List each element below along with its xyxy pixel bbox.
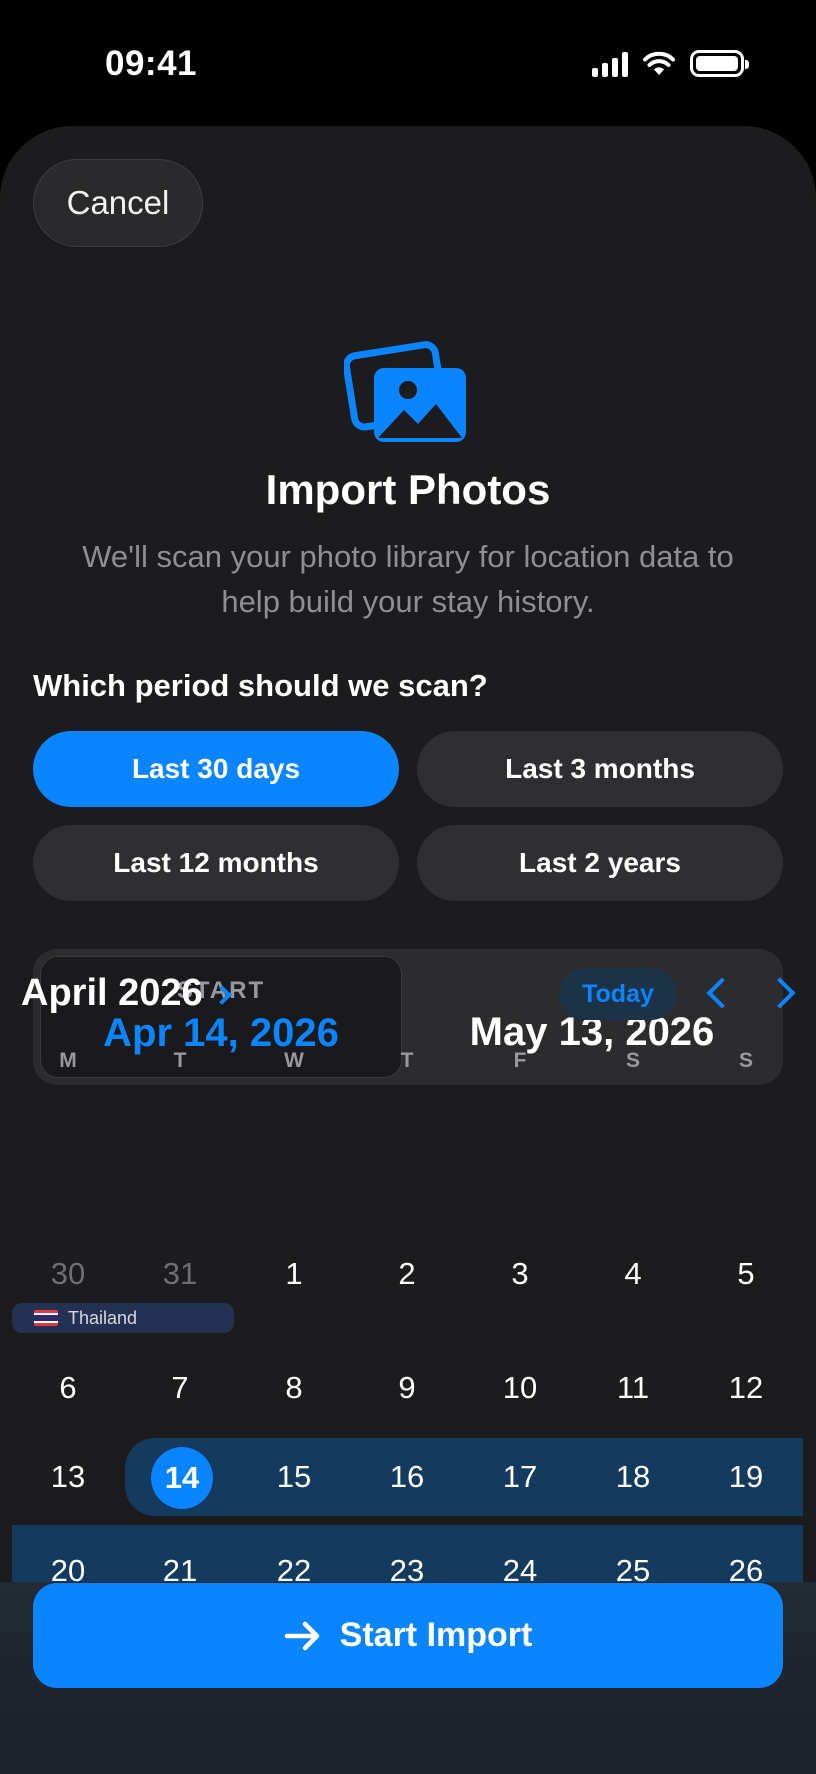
period-options: Last 30 days Last 3 months Last 12 month… [33, 731, 783, 901]
selected-day[interactable]: 14 [151, 1447, 213, 1509]
wifi-icon [643, 51, 675, 75]
calendar-day[interactable]: 5 [706, 1256, 786, 1292]
chevron-right-icon [211, 984, 232, 1005]
photos-icon [344, 341, 466, 442]
weekday-label: S [738, 1049, 753, 1072]
calendar-day[interactable]: 7 [140, 1370, 220, 1406]
calendar-day[interactable]: 3 [480, 1256, 560, 1292]
calendar-day[interactable]: 11 [593, 1370, 673, 1406]
calendar-day[interactable]: 4 [593, 1256, 673, 1292]
calendar-day[interactable]: 10 [480, 1370, 560, 1406]
calendar-day[interactable]: 31 [140, 1256, 220, 1292]
calendar-day[interactable]: 15 [254, 1459, 334, 1495]
calendar-day[interactable]: 1 [254, 1256, 334, 1292]
next-month-icon[interactable] [764, 977, 796, 1009]
thailand-flag-icon [34, 1310, 58, 1326]
weekday-label: S [625, 1049, 640, 1072]
page-subtitle: We'll scan your photo library for locati… [30, 534, 786, 624]
status-icons [592, 50, 749, 77]
month-picker[interactable]: April 2026 [21, 972, 232, 1015]
subtitle-line: help build your stay history. [221, 584, 595, 619]
month-title: April 2026 [21, 972, 203, 1014]
weekday-label: W [284, 1049, 304, 1072]
calendar-day[interactable]: 8 [254, 1370, 334, 1406]
period-option-2-years[interactable]: Last 2 years [417, 825, 783, 901]
calendar-day[interactable]: 17 [480, 1459, 560, 1495]
calendar-day[interactable]: 13 [28, 1459, 108, 1495]
signal-icon [592, 51, 628, 77]
calendar-day[interactable]: 9 [367, 1370, 447, 1406]
start-import-label: Start Import [339, 1616, 533, 1654]
weekday-label: M [59, 1049, 77, 1072]
period-option-12-months[interactable]: Last 12 months [33, 825, 399, 901]
previous-month-icon[interactable] [706, 977, 738, 1009]
start-import-button[interactable]: Start Import [33, 1583, 783, 1688]
calendar-day[interactable]: 30 [28, 1256, 108, 1292]
period-option-30-days[interactable]: Last 30 days [33, 731, 399, 807]
cancel-button[interactable]: Cancel [33, 159, 203, 247]
calendar-day[interactable]: 12 [706, 1370, 786, 1406]
arrow-right-icon [284, 1621, 319, 1650]
weekday-label: F [513, 1049, 527, 1072]
battery-icon [690, 50, 749, 77]
subtitle-line: We'll scan your photo library for locati… [82, 539, 734, 574]
weekday-label: T [173, 1049, 187, 1072]
period-question: Which period should we scan? [33, 668, 488, 703]
calendar-day[interactable]: 6 [28, 1370, 108, 1406]
today-button[interactable]: Today [559, 968, 677, 1020]
weekday-label: T [400, 1049, 414, 1072]
calendar-day[interactable]: 19 [706, 1459, 786, 1495]
calendar-day[interactable]: 18 [593, 1459, 673, 1495]
page-title: Import Photos [265, 466, 551, 513]
calendar-day[interactable]: 2 [367, 1256, 447, 1292]
trip-bar-thailand[interactable]: Thailand [12, 1303, 234, 1333]
trip-label: Thailand [68, 1307, 138, 1328]
period-option-3-months[interactable]: Last 3 months [417, 731, 783, 807]
status-bar: 09:41 [0, 0, 816, 126]
status-time: 09:41 [105, 44, 198, 83]
calendar-day[interactable]: 16 [367, 1459, 447, 1495]
calendar-header: April 2026 Today [21, 968, 801, 1020]
selected-range-highlight [125, 1438, 803, 1516]
